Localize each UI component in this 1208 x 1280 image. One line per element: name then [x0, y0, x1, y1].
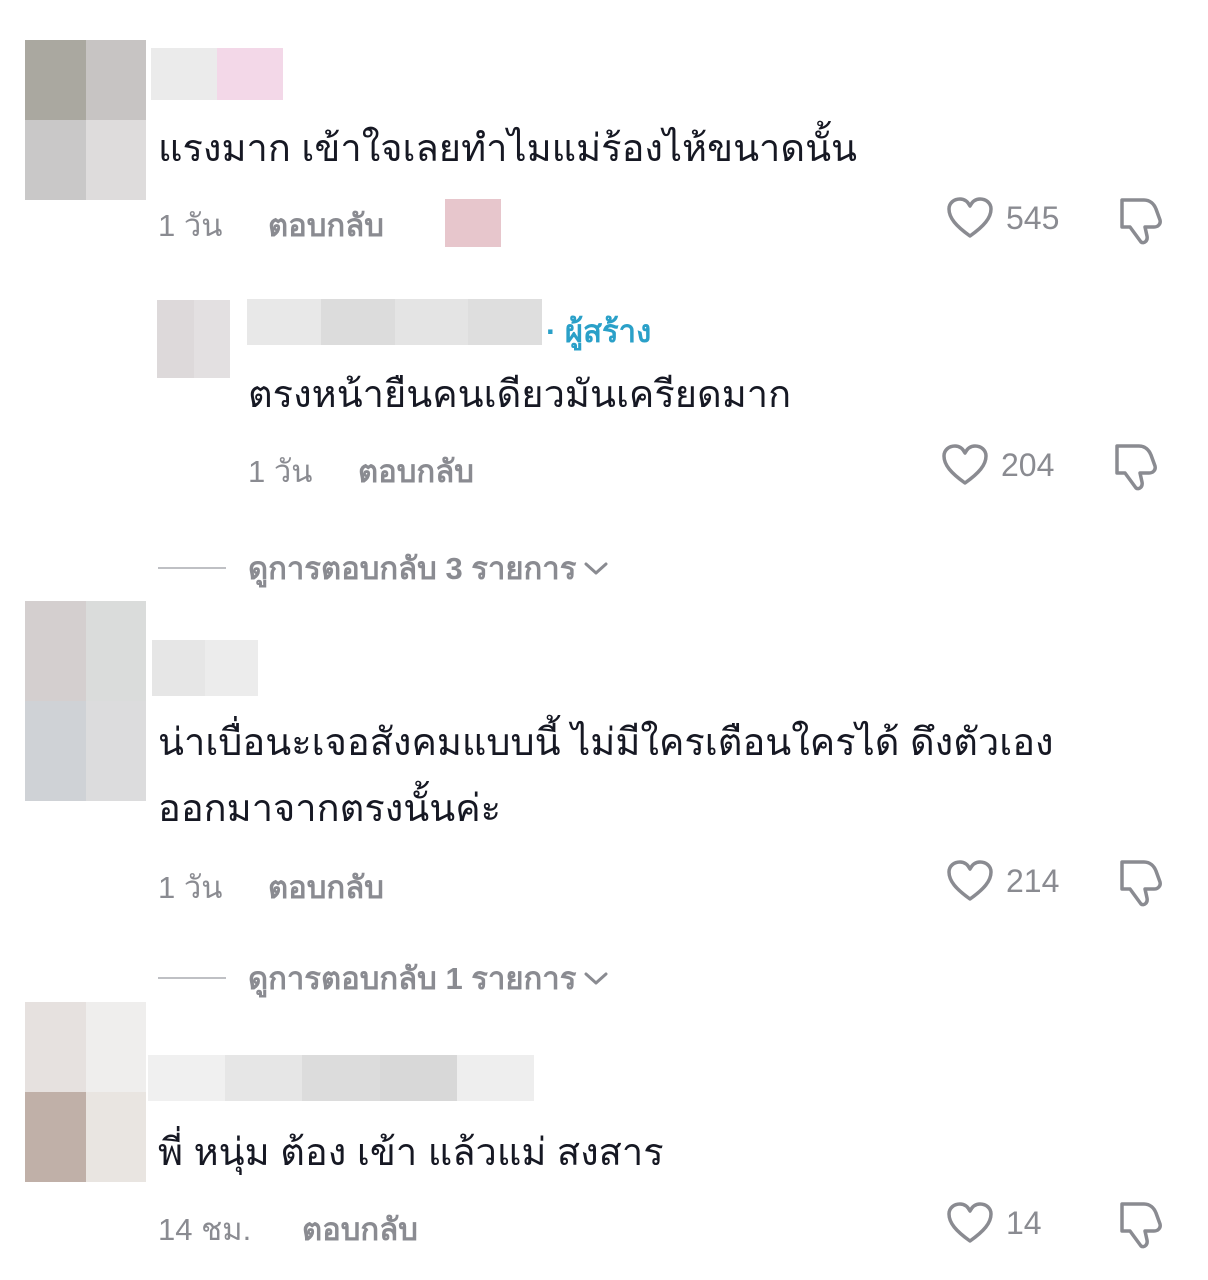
avatar[interactable]	[157, 300, 230, 378]
like-count: 204	[1001, 446, 1055, 483]
comment-text: แรงมาก เข้าใจเลยทำไมแม่ร้องไห้ขนาดนั้น	[158, 128, 858, 170]
like-count: 214	[1006, 862, 1060, 899]
view-replies-label: ดูการตอบกลับ 3 รายการ	[248, 551, 577, 586]
username-blurred[interactable]	[151, 48, 283, 100]
like-button[interactable]: 204	[941, 443, 1054, 487]
like-button[interactable]: 545	[946, 196, 1059, 240]
reply-button[interactable]: ตอบกลับ	[268, 200, 384, 250]
avatar[interactable]	[25, 40, 146, 200]
comment-text: พี่ หนุ่ม ต้อง เข้า แล้วแม่ สงสาร	[158, 1132, 664, 1174]
reply-button[interactable]: ตอบกลับ	[268, 862, 384, 912]
avatar[interactable]	[25, 601, 146, 801]
username-blurred[interactable]	[148, 1055, 534, 1101]
emoji-sticker	[445, 199, 501, 247]
comment-text-line2: ออกมาจากตรงนั้นค่ะ	[158, 788, 502, 830]
comment-text-line1: น่าเบื่อนะเจอสังคมแบบนี้ ไม่มีใครเตือนใค…	[158, 722, 1054, 764]
divider	[158, 977, 226, 979]
chevron-down-icon	[584, 972, 608, 985]
dislike-icon[interactable]	[1114, 1200, 1166, 1250]
dislike-icon[interactable]	[1114, 196, 1166, 246]
username-blurred[interactable]	[247, 299, 542, 345]
username-blurred[interactable]	[152, 640, 258, 696]
comment-text: ตรงหน้ายืนคนเดียวมันเครียดมาก	[248, 374, 792, 416]
like-count: 14	[1006, 1204, 1042, 1241]
heart-icon	[947, 860, 993, 901]
reply-button[interactable]: ตอบกลับ	[358, 446, 474, 496]
avatar[interactable]	[25, 1002, 146, 1182]
heart-icon	[947, 197, 993, 238]
like-button[interactable]: 214	[946, 859, 1059, 903]
view-replies-button[interactable]: ดูการตอบกลับ 3 รายการ	[158, 543, 610, 593]
view-replies-label: ดูการตอบกลับ 1 รายการ	[248, 961, 577, 996]
like-count: 545	[1006, 199, 1060, 236]
divider	[158, 567, 226, 569]
comment-time: 1 วัน	[248, 454, 313, 489]
reply-button[interactable]: ตอบกลับ	[302, 1204, 418, 1254]
heart-icon	[947, 1202, 993, 1243]
comment-time: 1 วัน	[158, 208, 223, 243]
dislike-icon[interactable]	[1109, 442, 1161, 492]
heart-icon	[942, 444, 988, 485]
view-replies-button[interactable]: ดูการตอบกลับ 1 รายการ	[158, 953, 610, 1003]
chevron-down-icon	[584, 562, 608, 575]
like-button[interactable]: 14	[946, 1201, 1042, 1245]
comment-time: 1 วัน	[158, 870, 223, 905]
dislike-icon[interactable]	[1114, 858, 1166, 908]
comment-time: 14 ชม.	[158, 1212, 252, 1247]
creator-badge: · ผู้สร้าง	[546, 314, 652, 349]
